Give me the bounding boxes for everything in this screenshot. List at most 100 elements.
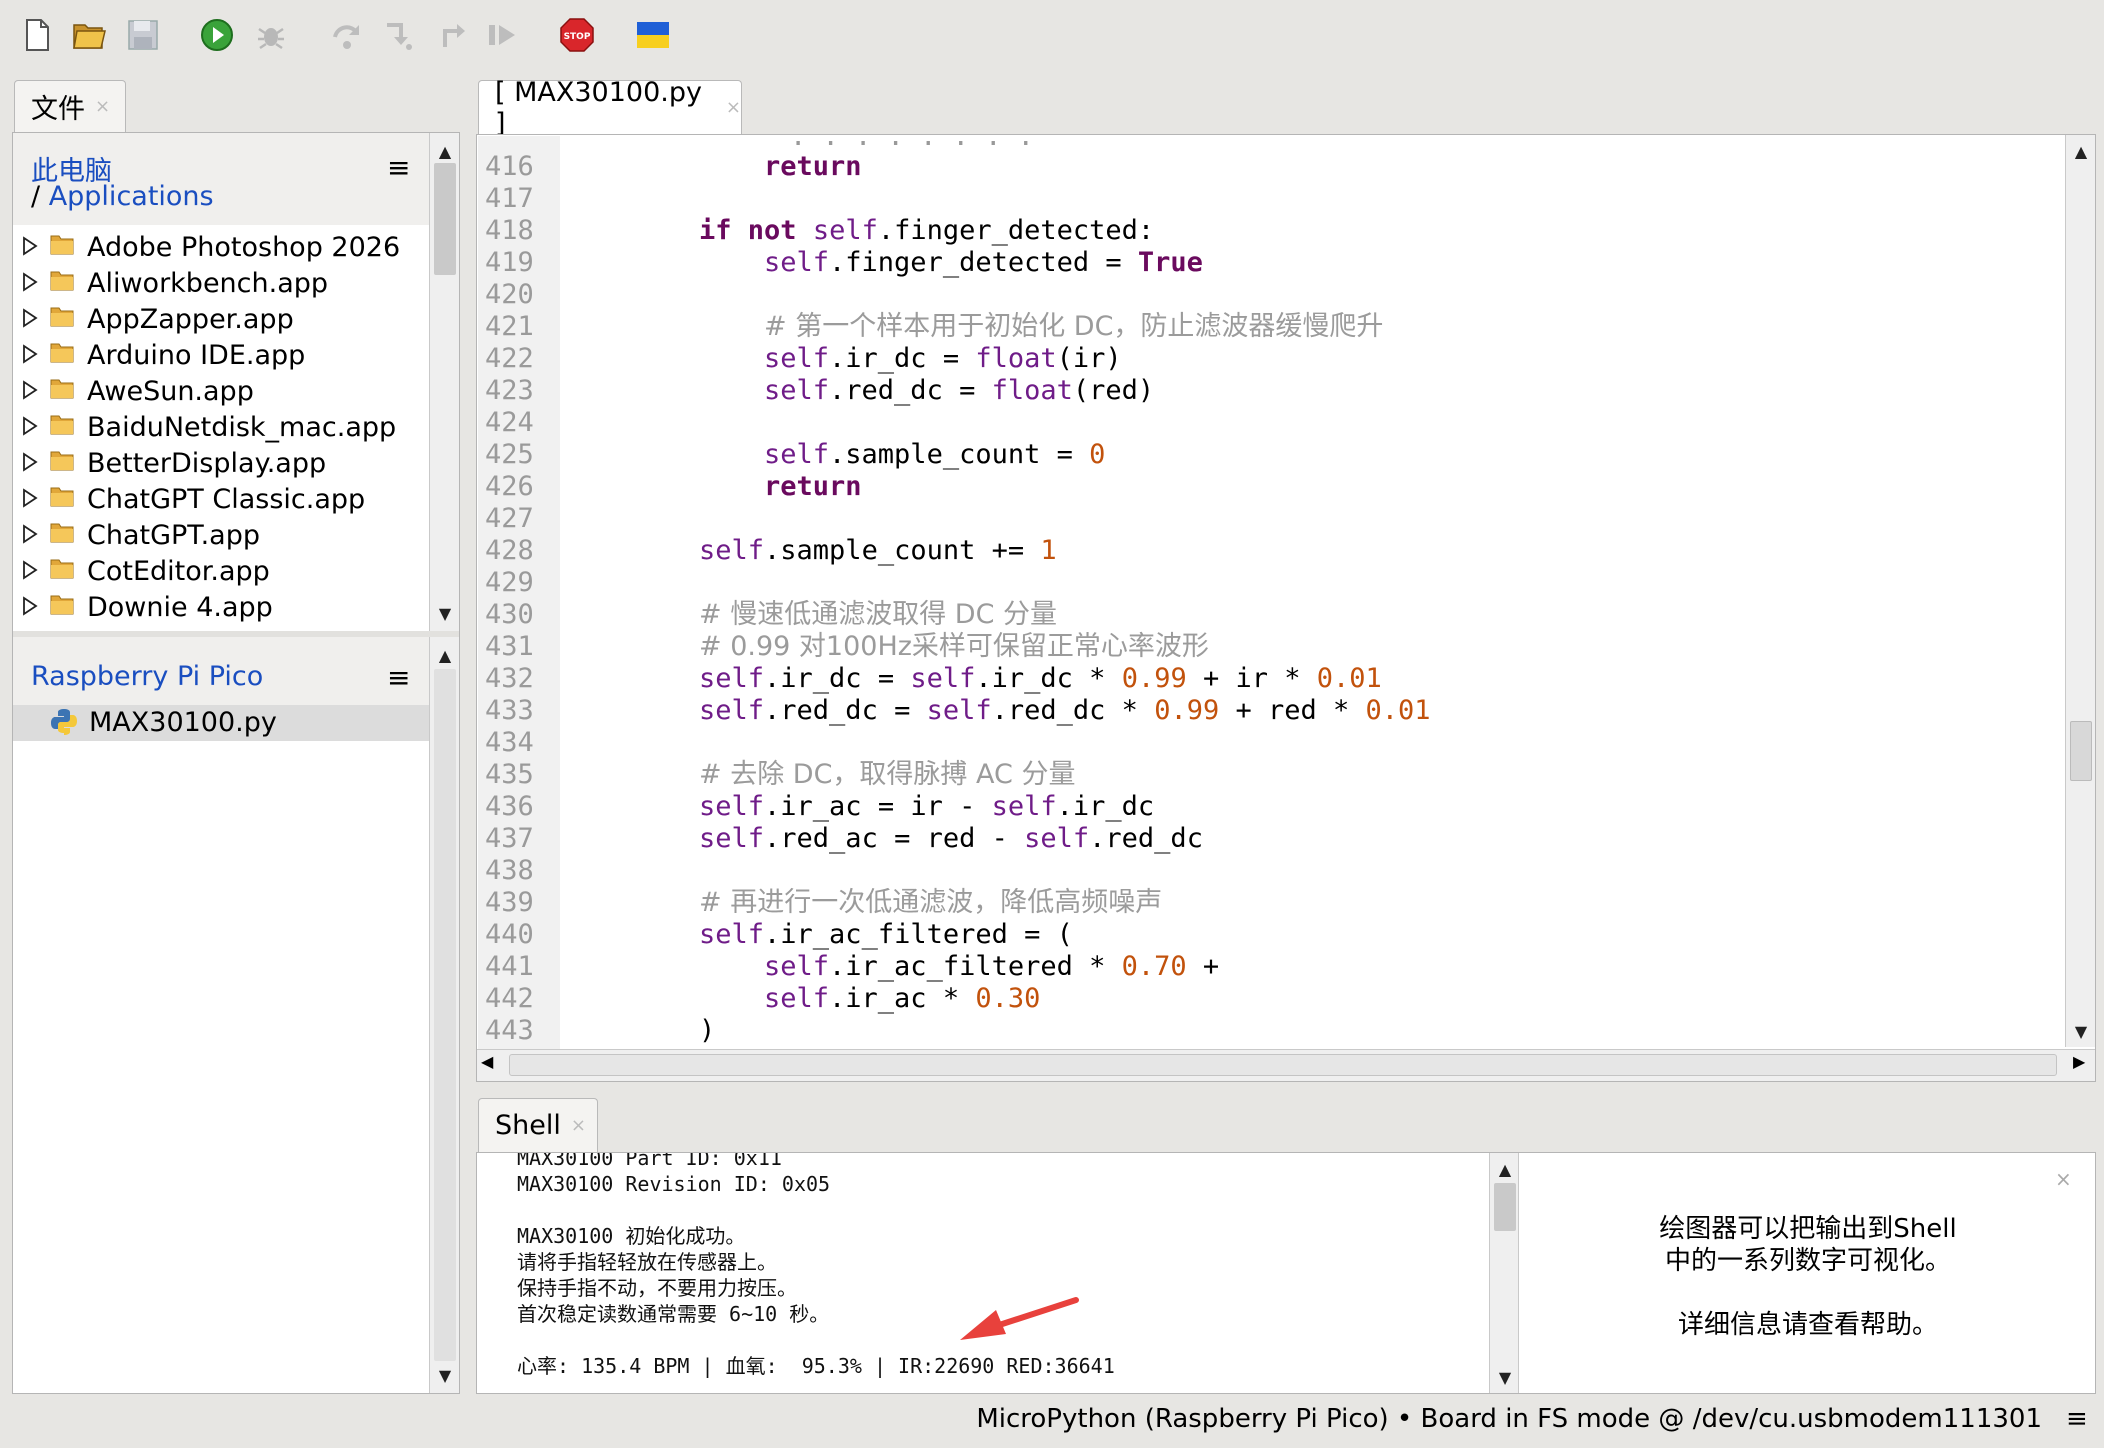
tree-item-label: AweSun.app <box>87 375 254 407</box>
new-file-icon[interactable] <box>16 14 58 56</box>
shell-tab-label: Shell <box>495 1110 561 1141</box>
scroll-up-icon[interactable]: ▲ <box>430 641 460 669</box>
step-over-icon[interactable] <box>326 14 368 56</box>
applications-link[interactable]: Applications <box>49 181 214 212</box>
expand-triangle-icon[interactable] <box>21 412 49 443</box>
run-icon[interactable] <box>196 14 238 56</box>
folder-icon <box>49 520 87 551</box>
stop-icon[interactable]: STOP <box>556 14 598 56</box>
scroll-up-icon[interactable]: ▲ <box>430 137 460 165</box>
code-line-440: self.ir_ac_filtered = ( <box>699 919 1073 950</box>
code-line-419: self.finger_detected = True <box>764 247 1203 278</box>
tree-item[interactable]: BaiduNetdisk_mac.app <box>21 409 396 445</box>
code-area[interactable]: . . . . . . . . return if not self.finge… <box>477 135 2067 1045</box>
tree-item[interactable]: Adobe Photoshop 2026 <box>21 229 400 265</box>
shell-output[interactable]: MAX30100 Part ID: 0x11 MAX30100 Revision … <box>477 1153 1489 1393</box>
shell-line: 首次稳定读数通常需要 6~10 秒。 <box>517 1302 830 1326</box>
tab-shell[interactable]: Shell × <box>478 1098 598 1152</box>
code-line-437: self.red_ac = red - self.red_dc <box>699 823 1203 854</box>
tab-files[interactable]: 文件 × <box>14 80 126 132</box>
files-menu-icon[interactable]: ≡ <box>387 151 410 184</box>
code-line-418: if not self.finger_detected: <box>699 215 1155 246</box>
open-file-icon[interactable] <box>68 14 110 56</box>
tree-item[interactable]: Downie 4.app <box>21 589 273 625</box>
editor-hscroll[interactable]: ◀ ▶ <box>477 1049 2095 1081</box>
tree-item-label: CotEditor.app <box>87 555 270 587</box>
shell-line: MAX30100 Revision ID: 0x05 <box>517 1172 831 1196</box>
plotter-close-icon[interactable]: × <box>2055 1167 2072 1191</box>
tab-close-icon[interactable]: × <box>726 97 741 118</box>
shell-line: MAX30100 初始化成功。 <box>517 1224 746 1248</box>
scroll-down-icon[interactable]: ▼ <box>1490 1363 1520 1391</box>
svg-text:STOP: STOP <box>564 32 591 42</box>
plotter-hint: 绘图器可以把输出到Shell 中的一系列数字可视化。 详细信息请查看帮助。 <box>1521 1213 2095 1341</box>
debug-icon[interactable] <box>250 14 292 56</box>
save-icon[interactable] <box>122 14 164 56</box>
expand-triangle-icon[interactable] <box>21 232 49 263</box>
shell-panel[interactable]: MAX30100 Part ID: 0x11 MAX30100 Revision … <box>476 1152 2096 1394</box>
status-menu-icon[interactable]: ≡ <box>2066 1404 2088 1434</box>
step-into-icon[interactable] <box>378 14 420 56</box>
ukraine-flag-icon[interactable] <box>632 14 674 56</box>
folder-icon <box>49 412 87 443</box>
scroll-up-icon[interactable]: ▲ <box>2066 137 2096 165</box>
tree-item[interactable]: ChatGPT.app <box>21 517 260 553</box>
device-scrollbar[interactable]: ▲ ▼ <box>429 637 459 1393</box>
device-link[interactable]: Raspberry Pi Pico <box>31 661 263 692</box>
scroll-thumb[interactable] <box>2070 721 2092 781</box>
tab-max30100[interactable]: [ MAX30100.py ] × <box>478 77 742 139</box>
expand-triangle-icon[interactable] <box>21 268 49 299</box>
scroll-down-icon[interactable]: ▼ <box>2066 1017 2096 1045</box>
scroll-left-icon[interactable]: ◀ <box>481 1052 493 1071</box>
device-menu-icon[interactable]: ≡ <box>387 661 410 694</box>
plotter-hint-line1: 绘图器可以把输出到Shell <box>1659 1214 1957 1244</box>
step-out-icon[interactable] <box>432 14 474 56</box>
scroll-thumb[interactable] <box>434 163 456 275</box>
folder-icon <box>49 268 87 299</box>
scroll-right-icon[interactable]: ▶ <box>2073 1052 2085 1071</box>
resume-icon[interactable] <box>482 14 524 56</box>
expand-triangle-icon[interactable] <box>21 376 49 407</box>
expand-triangle-icon[interactable] <box>21 556 49 587</box>
scroll-thumb[interactable] <box>434 669 456 1361</box>
expand-triangle-icon[interactable] <box>21 340 49 371</box>
tree-item-label: Adobe Photoshop 2026 <box>87 231 401 263</box>
hscroll-thumb[interactable] <box>509 1054 2057 1076</box>
tree-item[interactable]: Aliworkbench.app <box>21 265 328 301</box>
tab-close-icon[interactable]: × <box>571 1115 586 1136</box>
expand-triangle-icon[interactable] <box>21 484 49 515</box>
folder-icon <box>49 484 87 515</box>
code-line-430: # 慢速低通滤波取得 DC 分量 <box>699 599 1058 630</box>
folder-icon <box>49 304 87 335</box>
tree-item[interactable]: Arduino IDE.app <box>21 337 305 373</box>
scroll-thumb[interactable] <box>1494 1183 1516 1231</box>
code-line-436: self.ir_ac = ir - self.ir_dc <box>699 791 1155 822</box>
tree-item[interactable]: AweSun.app <box>21 373 254 409</box>
expand-triangle-icon[interactable] <box>21 520 49 551</box>
editor-vscroll[interactable]: ▲ ▼ <box>2065 135 2095 1047</box>
shell-line: 请将手指轻轻放在传感器上。 <box>517 1250 777 1274</box>
expand-triangle-icon[interactable] <box>21 304 49 335</box>
expand-triangle-icon[interactable] <box>21 592 49 623</box>
folder-icon <box>49 376 87 407</box>
code-line-441: self.ir_ac_filtered * 0.70 + <box>764 951 1220 982</box>
tree-item[interactable]: BetterDisplay.app <box>21 445 326 481</box>
scroll-down-icon[interactable]: ▼ <box>430 1361 460 1389</box>
shell-scrollbar[interactable]: ▲ ▼ <box>1489 1153 1519 1393</box>
tree-item[interactable]: AppZapper.app <box>21 301 294 337</box>
scroll-down-icon[interactable]: ▼ <box>430 599 460 627</box>
code-line-443: ) <box>699 1015 716 1045</box>
code-editor[interactable]: 416 417 418 419 420 421 422 423 424 425 426 427 428 4… <box>476 134 2096 1082</box>
tree-item[interactable]: CotEditor.app <box>21 553 270 589</box>
device-file-row[interactable]: MAX30100.py <box>13 705 429 741</box>
expand-triangle-icon[interactable] <box>21 448 49 479</box>
scroll-up-icon[interactable]: ▲ <box>1490 1155 1520 1183</box>
code-line-431: # 0.99 对100Hz采样可保留正常心率波形 <box>699 631 1209 662</box>
tree-item-label: AppZapper.app <box>87 303 294 335</box>
files-scrollbar[interactable]: ▲ ▼ <box>429 133 459 631</box>
status-bar-text[interactable]: MicroPython (Raspberry Pi Pico) • Board … <box>976 1404 2042 1434</box>
tree-item-label: Aliworkbench.app <box>87 267 329 299</box>
tree-item[interactable]: ChatGPT Classic.app <box>21 481 365 517</box>
tab-close-icon[interactable]: × <box>95 96 110 117</box>
code-line-433: self.red_dc = self.red_dc * 0.99 + red *… <box>699 695 1431 726</box>
